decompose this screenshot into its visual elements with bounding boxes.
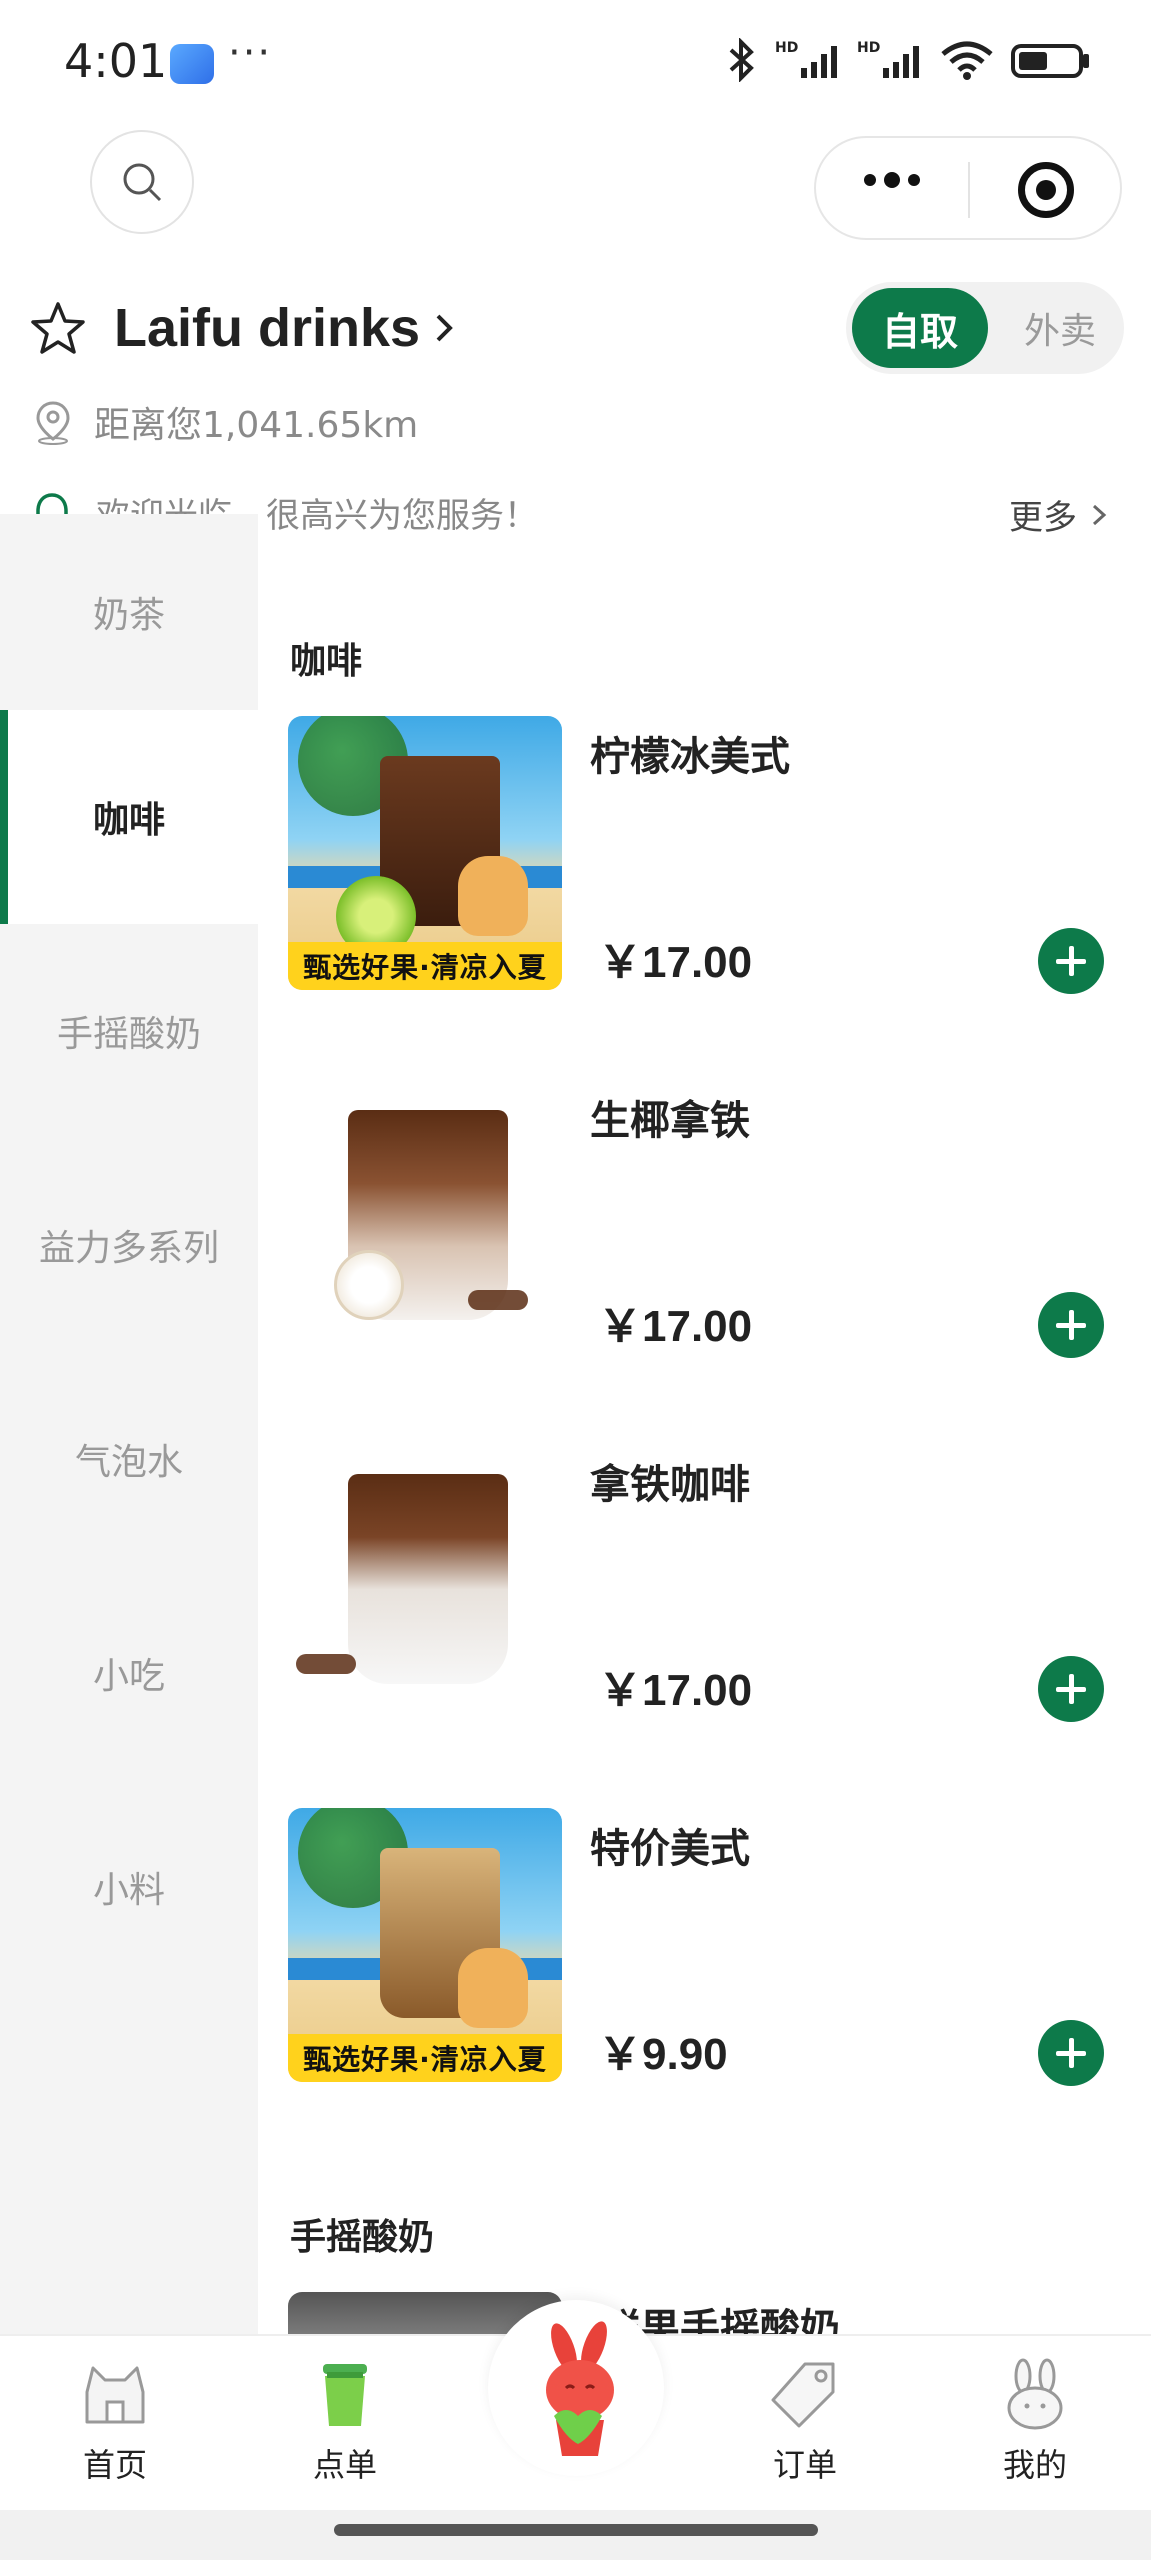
add-to-cart-button[interactable] bbox=[1038, 1656, 1104, 1722]
cup-icon bbox=[309, 2358, 381, 2430]
product-name: 生椰拿铁 bbox=[590, 1098, 750, 1144]
distance-text: 距离您1,041.65km bbox=[94, 405, 419, 446]
product-price: ￥9.90 bbox=[598, 2030, 728, 2079]
add-to-cart-button[interactable] bbox=[1038, 2020, 1104, 2086]
sidebar-item-sparkling[interactable]: 气泡水 bbox=[0, 1352, 258, 1566]
sidebar-item-yogurt[interactable]: 手摇酸奶 bbox=[0, 924, 258, 1138]
product-card[interactable]: 拿铁咖啡 ￥17.00 bbox=[288, 1444, 1128, 1722]
svg-text:HD: HD bbox=[857, 40, 880, 56]
signal-icon-2: HD bbox=[857, 40, 919, 78]
store-header[interactable]: Laifu drinks bbox=[30, 288, 456, 368]
close-miniprogram-button[interactable] bbox=[1018, 162, 1074, 218]
product-card[interactable]: 甄选好果·清凉入夏 特价美式 ￥9.90 bbox=[288, 1808, 1128, 2086]
sidebar-item-coffee[interactable]: 咖啡 bbox=[0, 710, 258, 924]
product-price: ￥17.00 bbox=[598, 1666, 753, 1715]
tab-label: 点单 bbox=[312, 2446, 377, 2484]
battery-icon bbox=[1011, 44, 1089, 78]
mascot-icon bbox=[546, 2321, 614, 2456]
pickup-delivery-toggle: 自取 外卖 bbox=[846, 282, 1124, 374]
sidebar-item-label: 益力多系列 bbox=[38, 1228, 219, 1269]
product-card[interactable]: 甄选好果·清凉入夏 柠檬冰美式 ￥17.00 bbox=[288, 716, 1128, 994]
tab-label: 首页 bbox=[82, 2446, 147, 2484]
product-image: 甄选好果·清凉入夏 bbox=[288, 716, 562, 990]
chevron-right-icon bbox=[436, 314, 453, 342]
product-name: 特价美式 bbox=[590, 1826, 750, 1872]
tag-icon bbox=[769, 2358, 841, 2430]
product-price: ￥17.00 bbox=[598, 938, 753, 987]
store-name[interactable]: Laifu drinks bbox=[114, 297, 420, 359]
tab-label: 我的 bbox=[1002, 2446, 1067, 2484]
sidebar-item-label: 咖啡 bbox=[92, 800, 165, 841]
more-menu-button[interactable] bbox=[864, 172, 920, 188]
sidebar-item-label: 手摇酸奶 bbox=[56, 1014, 201, 1055]
section-title-yogurt: 手摇酸奶 bbox=[290, 2217, 435, 2258]
notice-more-link[interactable]: 更多 bbox=[1009, 490, 1107, 539]
tab-home[interactable]: 首页 bbox=[40, 2358, 190, 2508]
sidebar-item-label: 气泡水 bbox=[74, 1442, 183, 1483]
tab-label: 订单 bbox=[772, 2446, 837, 2484]
search-button[interactable] bbox=[90, 130, 194, 234]
distance-row: 距离您1,041.65km bbox=[32, 396, 418, 448]
home-icon bbox=[79, 2358, 151, 2430]
sidebar-item-label: 奶茶 bbox=[92, 595, 165, 636]
status-more-dots: ··· bbox=[228, 30, 273, 76]
status-time: 4:01 bbox=[64, 34, 168, 88]
product-card[interactable]: 生椰拿铁 ￥17.00 bbox=[288, 1080, 1128, 1358]
location-pin-icon bbox=[36, 401, 70, 445]
star-icon[interactable] bbox=[30, 300, 86, 356]
capsule-divider bbox=[968, 162, 970, 218]
product-banner: 甄选好果·清凉入夏 bbox=[288, 2034, 562, 2082]
chevron-right-icon bbox=[1092, 504, 1107, 525]
tab-order[interactable]: 点单 bbox=[270, 2358, 420, 2508]
product-price: ￥17.00 bbox=[598, 1302, 753, 1351]
delivery-option[interactable]: 外卖 bbox=[1006, 288, 1114, 368]
tab-profile[interactable]: 我的 bbox=[960, 2358, 1110, 2508]
product-name: 柠檬冰美式 bbox=[590, 734, 790, 780]
status-bar: 4:01 ··· HD HD bbox=[0, 0, 1151, 130]
sidebar-item-label: 小吃 bbox=[92, 1656, 165, 1697]
sidebar-item-milk-tea[interactable]: 奶茶 bbox=[0, 514, 258, 710]
bunny-icon bbox=[999, 2358, 1071, 2430]
tab-orders[interactable]: 订单 bbox=[730, 2358, 880, 2508]
svg-text:HD: HD bbox=[775, 40, 798, 56]
status-indicators: HD HD bbox=[725, 38, 1091, 82]
sidebar-item-toppings[interactable]: 小料 bbox=[0, 1780, 258, 1994]
notice-more-label: 更多 bbox=[1009, 498, 1077, 538]
miniprogram-capsule bbox=[814, 136, 1122, 240]
sidebar-item-label: 小料 bbox=[92, 1870, 165, 1911]
product-image: 甄选好果·清凉入夏 bbox=[288, 1808, 562, 2082]
home-indicator-bar[interactable] bbox=[334, 2524, 818, 2536]
product-image bbox=[288, 1444, 562, 1718]
sidebar-item-yakult[interactable]: 益力多系列 bbox=[0, 1138, 258, 1352]
signal-icon: HD bbox=[775, 40, 837, 78]
category-sidebar: 奶茶 咖啡 手摇酸奶 益力多系列 气泡水 小吃 小料 bbox=[0, 514, 258, 2334]
product-image bbox=[288, 1080, 562, 1354]
section-title-coffee: 咖啡 bbox=[290, 641, 363, 682]
wifi-icon bbox=[941, 41, 993, 80]
bluetooth-icon bbox=[729, 38, 754, 82]
sidebar-item-snacks[interactable]: 小吃 bbox=[0, 1566, 258, 1780]
product-banner: 甄选好果·清凉入夏 bbox=[288, 942, 562, 990]
add-to-cart-button[interactable] bbox=[1038, 928, 1104, 994]
product-name: 拿铁咖啡 bbox=[590, 1462, 750, 1508]
app-notification-icon bbox=[170, 44, 214, 84]
add-to-cart-button[interactable] bbox=[1038, 1292, 1104, 1358]
search-icon bbox=[123, 163, 162, 202]
pickup-option[interactable]: 自取 bbox=[852, 288, 988, 368]
